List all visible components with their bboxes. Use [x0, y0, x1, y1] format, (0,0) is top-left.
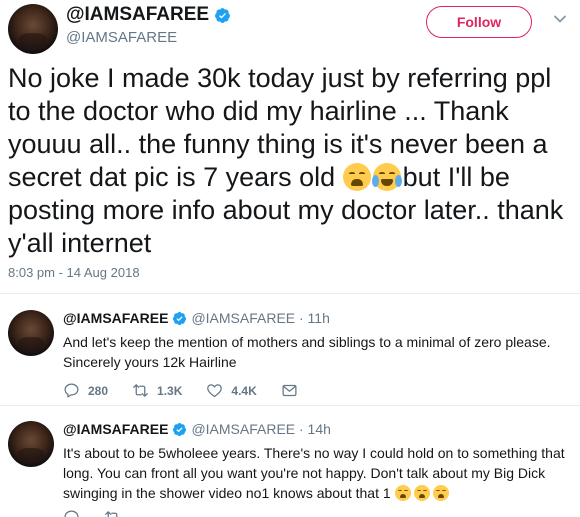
reply-icon — [64, 383, 79, 398]
divider — [0, 293, 580, 294]
verified-badge-icon — [215, 7, 231, 23]
tweet-timestamp[interactable]: 8:03 pm - 14 Aug 2018 — [8, 265, 140, 280]
retweet-button[interactable]: 1.3K — [132, 382, 182, 399]
weary-face-emoji — [342, 163, 371, 191]
reply-tweet[interactable]: @IAMSAFAREE @IAMSAFAREE · 14h It's about… — [0, 421, 580, 517]
face-with-tears-of-joy-emoji — [371, 163, 402, 191]
weary-face-emoji — [394, 485, 411, 501]
like-button[interactable]: 4.4K — [206, 382, 257, 399]
reply-avatar[interactable] — [8, 310, 54, 356]
reply-header: @IAMSAFAREE @IAMSAFAREE · 14h — [63, 421, 331, 437]
like-count: 4.4K — [231, 383, 257, 398]
reply-button[interactable] — [63, 509, 80, 517]
reply-text-body: It's about to be 5wholeee years. There's… — [63, 445, 565, 501]
follow-button[interactable]: Follow — [426, 6, 532, 38]
reply-count: 280 — [88, 383, 109, 398]
reply-handle-time[interactable]: @IAMSAFAREE · 11h — [191, 310, 329, 326]
verified-badge-icon — [173, 422, 187, 436]
reply-header: @IAMSAFAREE @IAMSAFAREE · 11h — [63, 310, 330, 326]
envelope-icon — [282, 384, 297, 397]
weary-face-emoji — [413, 485, 430, 501]
reply-tweet[interactable]: @IAMSAFAREE @IAMSAFAREE · 11h And let's … — [0, 310, 580, 406]
reply-actions: 280 1.3K 4.4K — [63, 382, 322, 399]
reply-text: And let's keep the mention of mothers an… — [63, 334, 551, 370]
main-display-name-row[interactable]: @IAMSAFAREE — [66, 4, 231, 26]
main-display-name[interactable]: @IAMSAFAREE — [66, 4, 209, 26]
reply-button[interactable]: 280 — [63, 382, 108, 399]
main-avatar[interactable] — [8, 4, 58, 54]
reply-icon — [64, 510, 79, 517]
main-tweet-text: No joke I made 30k today just by referri… — [8, 62, 576, 260]
heart-icon — [207, 384, 223, 398]
divider — [0, 405, 580, 406]
reply-handle-time[interactable]: @IAMSAFAREE · 14h — [191, 421, 330, 437]
retweet-button[interactable] — [104, 509, 121, 517]
verified-badge-icon — [173, 311, 187, 325]
reply-display-name[interactable]: @IAMSAFAREE — [63, 310, 168, 326]
reply-text: It's about to be 5wholeee years. There's… — [63, 443, 568, 503]
main-handle[interactable]: @IAMSAFAREE — [66, 29, 177, 46]
reply-actions — [63, 509, 145, 517]
chevron-down-icon[interactable] — [553, 12, 567, 26]
retweet-count: 1.3K — [157, 383, 183, 398]
reply-avatar[interactable] — [8, 421, 54, 467]
retweet-icon — [133, 384, 148, 397]
weary-face-emoji — [432, 485, 449, 501]
reply-display-name[interactable]: @IAMSAFAREE — [63, 421, 168, 437]
direct-message-button[interactable] — [281, 382, 298, 399]
retweet-icon — [105, 511, 118, 517]
